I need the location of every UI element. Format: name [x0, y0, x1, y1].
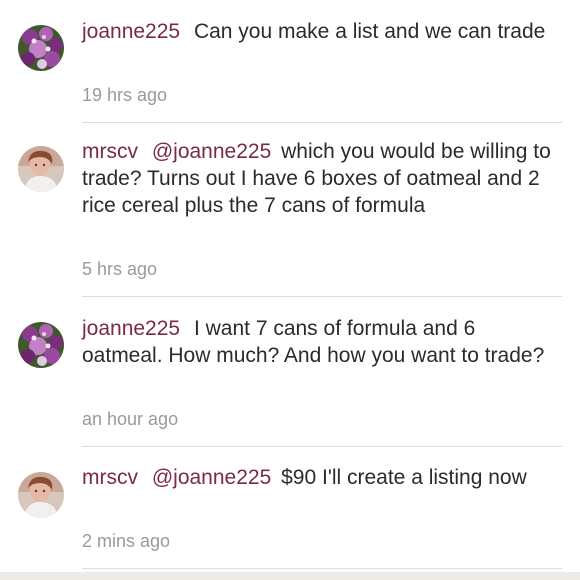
person-photo-avatar[interactable] [18, 472, 64, 518]
username-link[interactable]: joanne225 [82, 317, 180, 340]
comment-feed: joanne225 Can you make a list and we can… [0, 0, 580, 580]
timestamp: 19 hrs ago [82, 85, 168, 105]
flower-bouquet-avatar[interactable] [18, 322, 64, 368]
divider [82, 446, 562, 447]
timestamp: 2 mins ago [82, 531, 171, 551]
bottom-strip [0, 572, 580, 580]
mention-link[interactable]: @joanne225 [152, 140, 271, 163]
username-link[interactable]: mrscv [82, 140, 138, 163]
divider [82, 568, 562, 569]
flower-bouquet-avatar[interactable] [18, 25, 64, 71]
comment-text: Can you make a list and we can trade [193, 20, 546, 43]
comment-body: mrscv @joanne225 $90 I'll create a listi… [82, 464, 552, 491]
person-photo-avatar[interactable] [18, 146, 64, 192]
comment-body: joanne225 Can you make a list and we can… [82, 18, 552, 45]
username-link[interactable]: mrscv [82, 466, 138, 489]
divider [82, 296, 562, 297]
divider [82, 122, 562, 123]
timestamp: 5 hrs ago [82, 259, 158, 279]
mention-link[interactable]: @joanne225 [152, 466, 271, 489]
comment-body: mrscv @joanne225 which you would be will… [82, 138, 552, 219]
comment-text: $90 I'll create a listing now [281, 466, 527, 489]
username-link[interactable]: joanne225 [82, 20, 180, 43]
timestamp: an hour ago [82, 409, 179, 429]
comment-body: joanne225 I want 7 cans of formula and 6… [82, 315, 552, 369]
